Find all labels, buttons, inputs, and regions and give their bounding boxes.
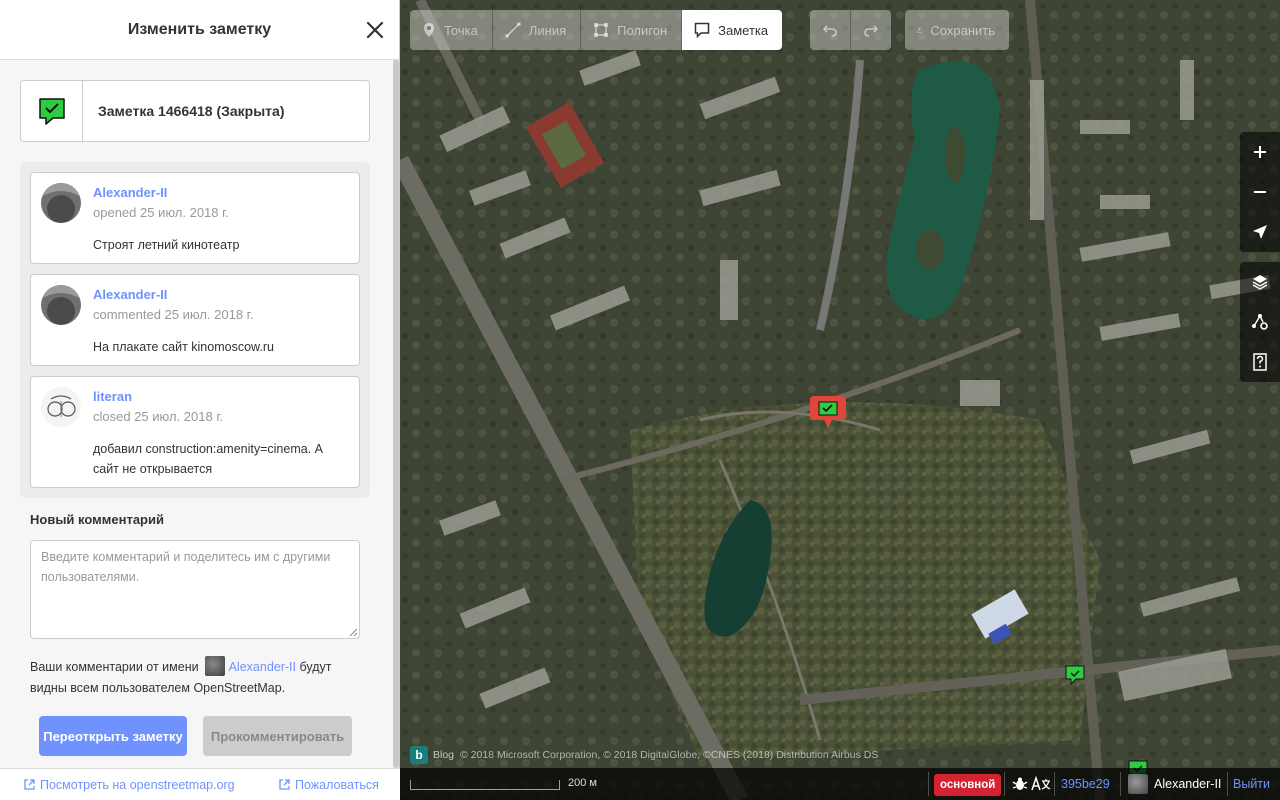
map-data-button[interactable]	[1240, 302, 1280, 342]
undo-button[interactable]	[810, 10, 851, 50]
avatar	[1128, 774, 1148, 794]
comment-item: literan closed 25 июл. 2018 г. добавил c…	[30, 376, 360, 488]
attribution-text: © 2018 Microsoft Corporation, © 2018 Dig…	[460, 749, 879, 761]
mode-note-button[interactable]: Заметка	[682, 10, 783, 50]
mode-point-label: Точка	[444, 22, 478, 38]
save-label: Сохранить	[930, 22, 995, 38]
avatar	[41, 183, 81, 223]
new-comment-label: Новый комментарий	[30, 512, 164, 527]
selected-note-marker[interactable]	[808, 392, 848, 435]
user-link[interactable]: Alexander-II	[1154, 777, 1221, 791]
external-link-icon	[24, 779, 35, 790]
help-button[interactable]	[1240, 342, 1280, 382]
reopen-note-button[interactable]: Переоткрыть заметку	[39, 716, 187, 756]
bug-icon[interactable]	[1012, 776, 1028, 792]
translate-icon[interactable]	[1031, 776, 1051, 792]
point-icon	[424, 23, 434, 37]
author-info: Ваши комментарии от имени Alexander-II бу…	[30, 656, 370, 699]
mode-line-label: Линия	[528, 22, 567, 38]
background-badge[interactable]: основной	[934, 774, 1002, 796]
mode-note-label: Заметка	[718, 22, 769, 38]
mode-area-button[interactable]: Полигон	[581, 10, 683, 50]
avatar	[41, 387, 81, 427]
author-info-before: Ваши комментарии от имени	[30, 660, 199, 674]
note-closed-icon	[21, 81, 83, 141]
comment-text: Строят летний кинотеатр	[93, 238, 240, 252]
note-icon	[694, 22, 710, 38]
area-icon	[594, 23, 609, 37]
zoom-in-button[interactable]	[1240, 132, 1280, 172]
scale-label: 200 м	[568, 777, 597, 789]
history-toolbar	[810, 10, 891, 50]
layers-icon	[1252, 275, 1268, 290]
zoom-out-button[interactable]	[1240, 172, 1280, 212]
save-button[interactable]: Сохранить	[905, 10, 1009, 50]
note-marker[interactable]	[1065, 665, 1085, 688]
external-link-icon	[279, 779, 290, 790]
comment-item: Alexander-II opened 25 июл. 2018 г. Стро…	[30, 172, 360, 264]
data-layer-icon	[1252, 314, 1268, 330]
author-info-user-link[interactable]: Alexander-II	[229, 660, 296, 674]
sidebar-header: Изменить заметку	[0, 0, 399, 60]
sidebar-content: Заметка 1466418 (Закрыта) Alexander-II o…	[0, 60, 392, 768]
close-icon[interactable]	[363, 18, 387, 42]
imagery-attribution: b Blog © 2018 Microsoft Corporation, © 2…	[410, 745, 878, 765]
help-icon	[1253, 353, 1267, 371]
blog-link[interactable]: Blog	[433, 749, 454, 761]
comment-item: Alexander-II commented 25 июл. 2018 г. Н…	[30, 274, 360, 366]
mode-toolbar: Точка Линия Полигон Заметка	[410, 10, 783, 50]
resize-grip-icon[interactable]	[349, 628, 358, 637]
save-toolbar: Сохранить	[905, 10, 1009, 50]
comments-list: Alexander-II opened 25 июл. 2018 г. Стро…	[20, 162, 370, 498]
scale-bar[interactable]	[410, 780, 560, 790]
comment-author[interactable]: Alexander-II	[93, 185, 167, 200]
footer-tools	[1012, 776, 1051, 792]
location-arrow-icon	[1253, 225, 1267, 239]
comment-author[interactable]: literan	[93, 389, 132, 404]
plus-icon	[1254, 146, 1266, 158]
sidebar: Изменить заметку Заметка 1466418 (Закрыт…	[0, 0, 400, 800]
comment-text: добавил construction:amenity=cinema. А с…	[93, 442, 323, 476]
mode-area-label: Полигон	[617, 22, 668, 38]
logout-link[interactable]: Выйти	[1233, 777, 1270, 791]
minus-icon	[1254, 191, 1266, 193]
report-link[interactable]: Пожаловаться	[279, 778, 379, 792]
note-title: Заметка 1466418 (Закрыта)	[98, 103, 285, 119]
background-layers-button[interactable]	[1240, 262, 1280, 302]
comment-author[interactable]: Alexander-II	[93, 287, 167, 302]
view-on-osm-link[interactable]: Посмотреть на openstreetmap.org	[24, 778, 235, 792]
version-link[interactable]: 395be29	[1061, 777, 1110, 791]
geolocate-button[interactable]	[1240, 212, 1280, 252]
comment-meta: opened 25 июл. 2018 г.	[93, 205, 229, 220]
view-on-osm-label: Посмотреть на openstreetmap.org	[40, 778, 235, 792]
mode-line-button[interactable]: Линия	[492, 10, 582, 50]
comment-meta: closed 25 июл. 2018 г.	[93, 409, 224, 424]
redo-button[interactable]	[851, 10, 891, 50]
map-footer: 200 м основной 395be29 Alexander-II Выйт…	[400, 768, 1280, 800]
note-closed-icon	[1065, 665, 1085, 686]
redo-icon	[864, 25, 879, 37]
mode-point-button[interactable]: Точка	[410, 10, 493, 50]
note-marker-icon	[810, 396, 846, 428]
comment-meta: commented 25 июл. 2018 г.	[93, 307, 254, 322]
upload-icon	[917, 27, 923, 33]
comment-button[interactable]: Прокомментировать	[203, 716, 352, 756]
sidebar-footer: Посмотреть на openstreetmap.org Пожалова…	[0, 768, 400, 800]
comment-text: На плакате сайт kinomoscow.ru	[93, 340, 274, 354]
avatar	[204, 656, 225, 676]
undo-icon	[822, 25, 837, 37]
sidebar-scrollbar[interactable]	[393, 60, 399, 768]
note-header: Заметка 1466418 (Закрыта)	[20, 80, 370, 142]
bing-logo-icon: b	[410, 746, 428, 764]
report-label: Пожаловаться	[295, 778, 379, 792]
avatar	[41, 285, 81, 325]
line-icon	[505, 22, 521, 38]
map-canvas[interactable]: Точка Линия Полигон Заметка Сохранить b …	[400, 0, 1280, 800]
sidebar-title: Изменить заметку	[127, 21, 272, 38]
new-comment-input[interactable]	[30, 540, 360, 639]
